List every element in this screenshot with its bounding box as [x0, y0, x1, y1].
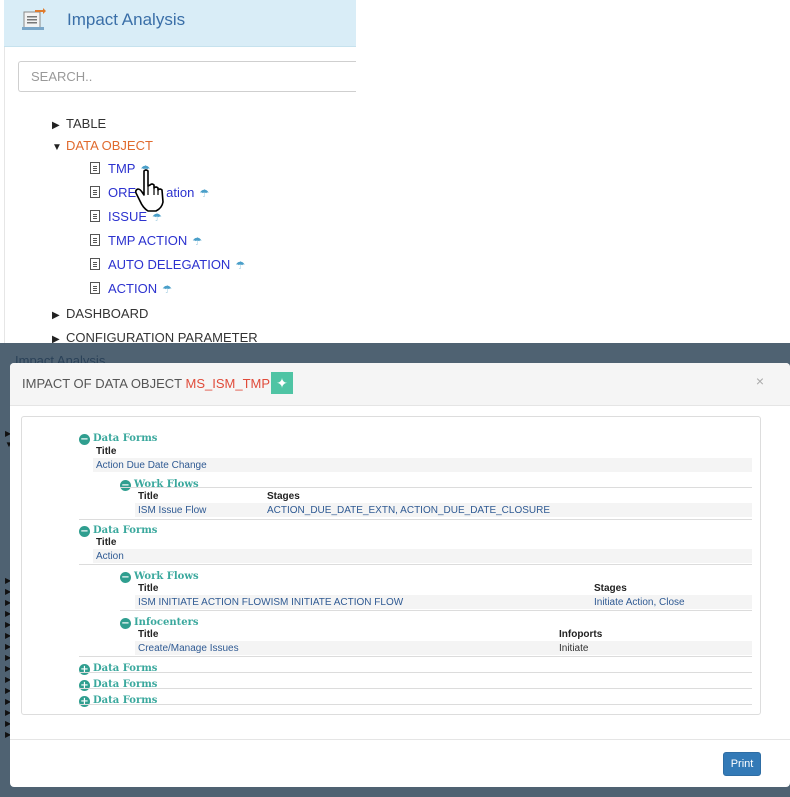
infocenter-infoports[interactable]: Initiate	[559, 643, 588, 654]
tree-leaf-action[interactable]: ACTION ☂	[90, 281, 172, 296]
section-work-flows-1[interactable]: − Work Flows	[120, 475, 199, 491]
section-data-forms-2[interactable]: − Data Forms	[79, 521, 157, 537]
collapse-icon[interactable]: −	[120, 618, 131, 629]
impact-cloud-icon[interactable]: ☂	[199, 187, 209, 200]
tree-leaf-tmp-action[interactable]: TMP ACTION ☂	[90, 233, 202, 248]
document-icon	[90, 234, 100, 246]
column-header-title: Title	[96, 446, 117, 457]
tree-leaf-auto-delegation[interactable]: AUTO DELEGATION ☂	[90, 257, 245, 272]
infocenter-title[interactable]: Create/Manage Issues	[138, 643, 239, 654]
panel-border	[4, 0, 5, 343]
workflow-title[interactable]: ISM INITIATE ACTION FLOWISM INITIATE ACT…	[138, 597, 403, 608]
impact-tree-box: − Data Forms Title Action Due Date Change…	[21, 416, 761, 715]
collapse-icon[interactable]: −	[79, 526, 90, 537]
table-row-bg	[93, 549, 752, 563]
divider	[79, 656, 752, 657]
section-infocenters[interactable]: − Infocenters	[120, 613, 199, 629]
search-input[interactable]	[18, 61, 356, 92]
tree-node-dashboard[interactable]: ▶ DASHBOARD	[52, 306, 148, 321]
divider	[79, 672, 752, 673]
dialog-title: IMPACT OF DATA OBJECT MS_ISM_TMP	[22, 376, 271, 391]
expand-icon[interactable]: +	[79, 696, 90, 707]
data-form-title[interactable]: Action	[96, 551, 124, 562]
column-header-title: Title	[138, 629, 159, 640]
column-header-title: Title	[138, 583, 159, 594]
section-data-forms-1[interactable]: − Data Forms	[79, 429, 157, 445]
expand-icon[interactable]: +	[79, 664, 90, 675]
tree-node-table[interactable]: ▶ TABLE	[52, 116, 106, 131]
panel-header: Impact Analysis	[4, 0, 356, 47]
caret-down-icon: ▼	[52, 142, 62, 153]
workflow-stages[interactable]: Initiate Action, Close	[594, 597, 685, 608]
dialog-footer-divider	[10, 739, 790, 740]
document-icon	[90, 162, 100, 174]
impact-analysis-logo-icon	[22, 8, 46, 30]
impact-analysis-panel: Impact Analysis ▶TABLE ▼DATA OBJECT TMP☂…	[0, 0, 790, 345]
dialog-header: IMPACT OF DATA OBJECT MS_ISM_TMP ✦ ×	[10, 363, 790, 406]
caret-right-icon: ▶	[52, 120, 60, 131]
collapse-icon[interactable]: −	[120, 480, 131, 491]
divider	[79, 564, 752, 565]
workflow-stages[interactable]: ACTION_DUE_DATE_EXTN, ACTION_DUE_DATE_CL…	[267, 505, 550, 516]
workflow-title[interactable]: ISM Issue Flow	[138, 505, 206, 516]
column-header-stages: Stages	[267, 491, 300, 502]
tree-node-data-object[interactable]: ▼ DATA OBJECT	[52, 138, 153, 153]
print-button[interactable]: Print	[723, 752, 761, 776]
collapse-icon[interactable]: −	[79, 434, 90, 445]
impact-cloud-icon[interactable]: ☂	[192, 235, 202, 248]
column-header-title: Title	[96, 537, 117, 548]
caret-right-icon: ▶	[52, 310, 60, 321]
document-icon	[90, 258, 100, 270]
close-button[interactable]: ×	[756, 373, 764, 389]
column-header-infoports: Infoports	[559, 629, 603, 640]
divider	[120, 610, 752, 611]
collapse-icon[interactable]: −	[120, 572, 131, 583]
divider	[120, 487, 752, 488]
impact-cloud-icon[interactable]: ☂	[235, 259, 245, 272]
impact-dialog: IMPACT OF DATA OBJECT MS_ISM_TMP ✦ × − Da…	[10, 363, 790, 787]
expand-icon[interactable]: +	[79, 680, 90, 691]
impact-graph-icon[interactable]: ✦	[271, 372, 293, 394]
document-icon	[90, 186, 100, 198]
divider	[79, 519, 752, 520]
column-header-title: Title	[138, 491, 159, 502]
document-icon	[90, 282, 100, 294]
impact-cloud-icon[interactable]: ☂	[162, 283, 172, 296]
data-form-title[interactable]: Action Due Date Change	[96, 460, 207, 471]
section-work-flows-2[interactable]: − Work Flows	[120, 567, 199, 583]
divider	[79, 688, 752, 689]
divider	[79, 704, 752, 705]
hand-cursor-icon	[134, 169, 164, 212]
document-icon	[90, 210, 100, 222]
column-header-stages: Stages	[594, 583, 627, 594]
modal-backdrop[interactable]: Impact Analysis ▶ ▼ ▶ ▶ ▶ ▶ ▶ ▶ ▶ ▶ ▶ ▶ ▶ ▶ ▶ ▶ ▶ IMPAC…	[0, 343, 790, 797]
page-title: Impact Analysis	[67, 10, 186, 29]
